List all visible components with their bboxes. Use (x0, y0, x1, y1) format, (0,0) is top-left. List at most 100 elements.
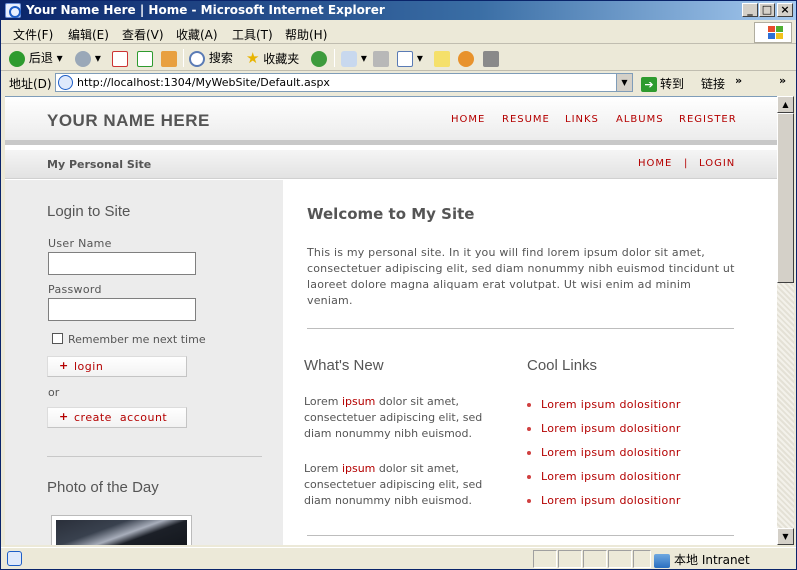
messenger-button[interactable] (458, 49, 474, 67)
word-edit-icon (397, 50, 413, 67)
cool-link[interactable]: Lorem ipsum dolositionr (527, 446, 681, 470)
intro-paragraph: This is my personal site. In it you will… (307, 246, 735, 307)
status-cell (533, 550, 557, 568)
mail-button[interactable]: ▾ (341, 49, 367, 67)
minimize-button[interactable]: _ (742, 3, 758, 17)
windows-logo-icon (754, 22, 792, 43)
address-label: 地址(D) (9, 77, 52, 91)
history-icon (311, 50, 327, 67)
refresh-icon (137, 50, 153, 67)
subnav-home[interactable]: HOME (638, 158, 672, 169)
note-icon (434, 50, 450, 67)
status-cell (558, 550, 582, 568)
cool-link[interactable]: Lorem ipsum dolositionr (527, 470, 681, 494)
menu-tools[interactable]: 工具(T) (232, 26, 273, 43)
favorites-button[interactable]: ★ 收藏夹 (246, 49, 299, 67)
whats-new-heading: What's New (304, 357, 384, 374)
links-toolbar[interactable]: 链接 (701, 75, 725, 92)
stop-button[interactable] (112, 49, 128, 67)
address-bar: 地址(D) http://localhost:1304/MyWebSite/De… (1, 72, 796, 94)
search-icon (189, 50, 205, 67)
scroll-up-button[interactable]: ▲ (777, 96, 794, 113)
subnav-login[interactable]: LOGIN (699, 158, 735, 169)
history-button[interactable] (311, 49, 327, 67)
menu-file[interactable]: 文件(F) (13, 26, 53, 43)
nav-resume[interactable]: RESUME (502, 114, 550, 125)
password-input[interactable] (48, 298, 196, 321)
menu-favorites[interactable]: 收藏(A) (176, 26, 218, 43)
page-status-icon (7, 551, 22, 566)
messenger-icon (458, 50, 474, 67)
sub-navigation-bar: My Personal Site HOME | LOGIN (5, 150, 777, 179)
content-divider (307, 328, 734, 329)
welcome-heading: Welcome to My Site (307, 205, 475, 223)
star-icon: ★ (246, 49, 260, 67)
login-button[interactable]: + login (47, 356, 187, 377)
status-cell (583, 550, 607, 568)
cool-links-list: Lorem ipsum dolositionr Lorem ipsum dolo… (527, 398, 681, 518)
remember-me-checkbox[interactable] (52, 333, 63, 344)
forward-button[interactable]: ▾ (75, 49, 101, 67)
home-button[interactable] (161, 49, 177, 67)
address-input[interactable]: http://localhost:1304/MyWebSite/Default.… (55, 73, 633, 92)
menu-view[interactable]: 查看(V) (122, 26, 164, 43)
password-label: Password (48, 283, 102, 296)
cool-link[interactable]: Lorem ipsum dolositionr (527, 494, 681, 518)
vertical-scrollbar[interactable]: ▲ ▼ (777, 96, 794, 545)
remember-me-row[interactable]: Remember me next time (52, 333, 206, 346)
menu-bar: 文件(F) 编辑(E) 查看(V) 收藏(A) 工具(T) 帮助(H) (1, 21, 796, 44)
login-heading: Login to Site (47, 203, 131, 220)
or-text: or (48, 386, 60, 399)
create-account-button[interactable]: + create account (47, 407, 187, 428)
go-arrow-icon: ➔ (641, 77, 657, 92)
cool-link[interactable]: Lorem ipsum dolositionr (527, 398, 681, 422)
toolbar-separator (183, 49, 184, 67)
stop-icon (112, 50, 128, 67)
nav-home[interactable]: HOME (451, 114, 485, 125)
nav-register[interactable]: REGISTER (679, 114, 737, 125)
refresh-button[interactable] (137, 49, 153, 67)
maximize-button[interactable]: □ (759, 3, 775, 17)
page-icon (58, 75, 73, 90)
edit-button[interactable]: ▾ (397, 49, 423, 67)
discuss-button[interactable] (434, 49, 450, 67)
go-button[interactable]: ➔ 转到 (641, 75, 684, 92)
window-title: Your Name Here | Home - Microsoft Intern… (26, 3, 385, 17)
title-bar[interactable]: Your Name Here | Home - Microsoft Intern… (1, 1, 796, 20)
photo-heading: Photo of the Day (47, 479, 159, 496)
main-content: Welcome to My Site This is my personal s… (283, 180, 777, 545)
menu-edit[interactable]: 编辑(E) (68, 26, 109, 43)
cool-links-heading: Cool Links (527, 357, 598, 374)
ie-icon (5, 3, 21, 18)
site-header: YOUR NAME HERE HOME RESUME LINKS ALBUMS … (5, 97, 777, 145)
scroll-thumb[interactable] (777, 113, 794, 283)
nav-albums[interactable]: ALBUMS (616, 114, 664, 125)
menu-help[interactable]: 帮助(H) (285, 26, 327, 43)
search-button[interactable]: 搜索 (189, 49, 233, 67)
links-chevron-icon[interactable]: » (735, 74, 742, 87)
print-button[interactable] (373, 49, 389, 67)
page-viewport: YOUR NAME HERE HOME RESUME LINKS ALBUMS … (5, 96, 777, 545)
nav-links[interactable]: LINKS (565, 114, 599, 125)
sidebar-divider (47, 456, 262, 457)
scroll-down-button[interactable]: ▼ (777, 528, 794, 545)
subnav-separator: | (684, 158, 688, 169)
site-name: YOUR NAME HERE (47, 111, 210, 130)
status-bar: 本地 Intranet (1, 547, 796, 569)
mail-icon (341, 50, 357, 67)
cool-link[interactable]: Lorem ipsum dolositionr (527, 422, 681, 446)
forward-arrow-icon (75, 50, 91, 67)
security-zone[interactable]: 本地 Intranet (654, 551, 750, 568)
research-button[interactable] (483, 49, 499, 67)
address-dropdown-button[interactable]: ▼ (616, 74, 632, 91)
remember-me-label: Remember me next time (68, 333, 206, 346)
news-item: Lorem ipsum dolor sit amet, consectetuer… (304, 395, 483, 440)
username-input[interactable] (48, 252, 196, 275)
username-label: User Name (48, 237, 112, 250)
toolbar-chevron-icon[interactable]: » (779, 74, 786, 87)
back-button[interactable]: 后退 ▾ (9, 49, 63, 67)
address-url[interactable]: http://localhost:1304/MyWebSite/Default.… (77, 76, 330, 89)
photo-of-the-day[interactable] (51, 515, 192, 545)
news-item: Lorem ipsum dolor sit amet, consectetuer… (304, 462, 483, 507)
close-button[interactable]: × (777, 3, 793, 17)
